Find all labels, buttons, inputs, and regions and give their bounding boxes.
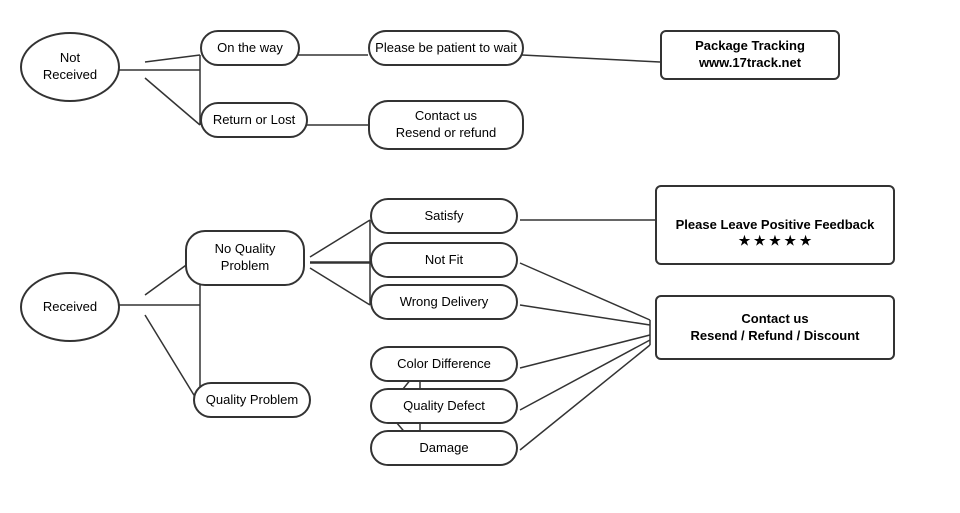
quality-problem-node: Quality Problem	[193, 382, 311, 418]
contact-us-2-node: Contact usResend / Refund / Discount	[655, 295, 895, 360]
damage-node: Damage	[370, 430, 518, 466]
package-tracking-node: Package Trackingwww.17track.net	[660, 30, 840, 80]
quality-defect-node: Quality Defect	[370, 388, 518, 424]
color-difference-node: Color Difference	[370, 346, 518, 382]
received-node: Received	[20, 272, 120, 342]
satisfy-node: Satisfy	[370, 198, 518, 234]
not-fit-node: Not Fit	[370, 242, 518, 278]
not-received-node: NotReceived	[20, 32, 120, 102]
diagram: NotReceived On the way Return or Lost Pl…	[0, 0, 960, 513]
please-leave-feedback-node: Please Leave Positive Feedback ★ ★ ★ ★ ★	[655, 185, 895, 265]
no-quality-problem-node: No QualityProblem	[185, 230, 305, 286]
on-the-way-node: On the way	[200, 30, 300, 66]
wrong-delivery-node: Wrong Delivery	[370, 284, 518, 320]
be-patient-node: Please be patient to wait	[368, 30, 524, 66]
return-or-lost-node: Return or Lost	[200, 102, 308, 138]
contact-resend-node: Contact usResend or refund	[368, 100, 524, 150]
